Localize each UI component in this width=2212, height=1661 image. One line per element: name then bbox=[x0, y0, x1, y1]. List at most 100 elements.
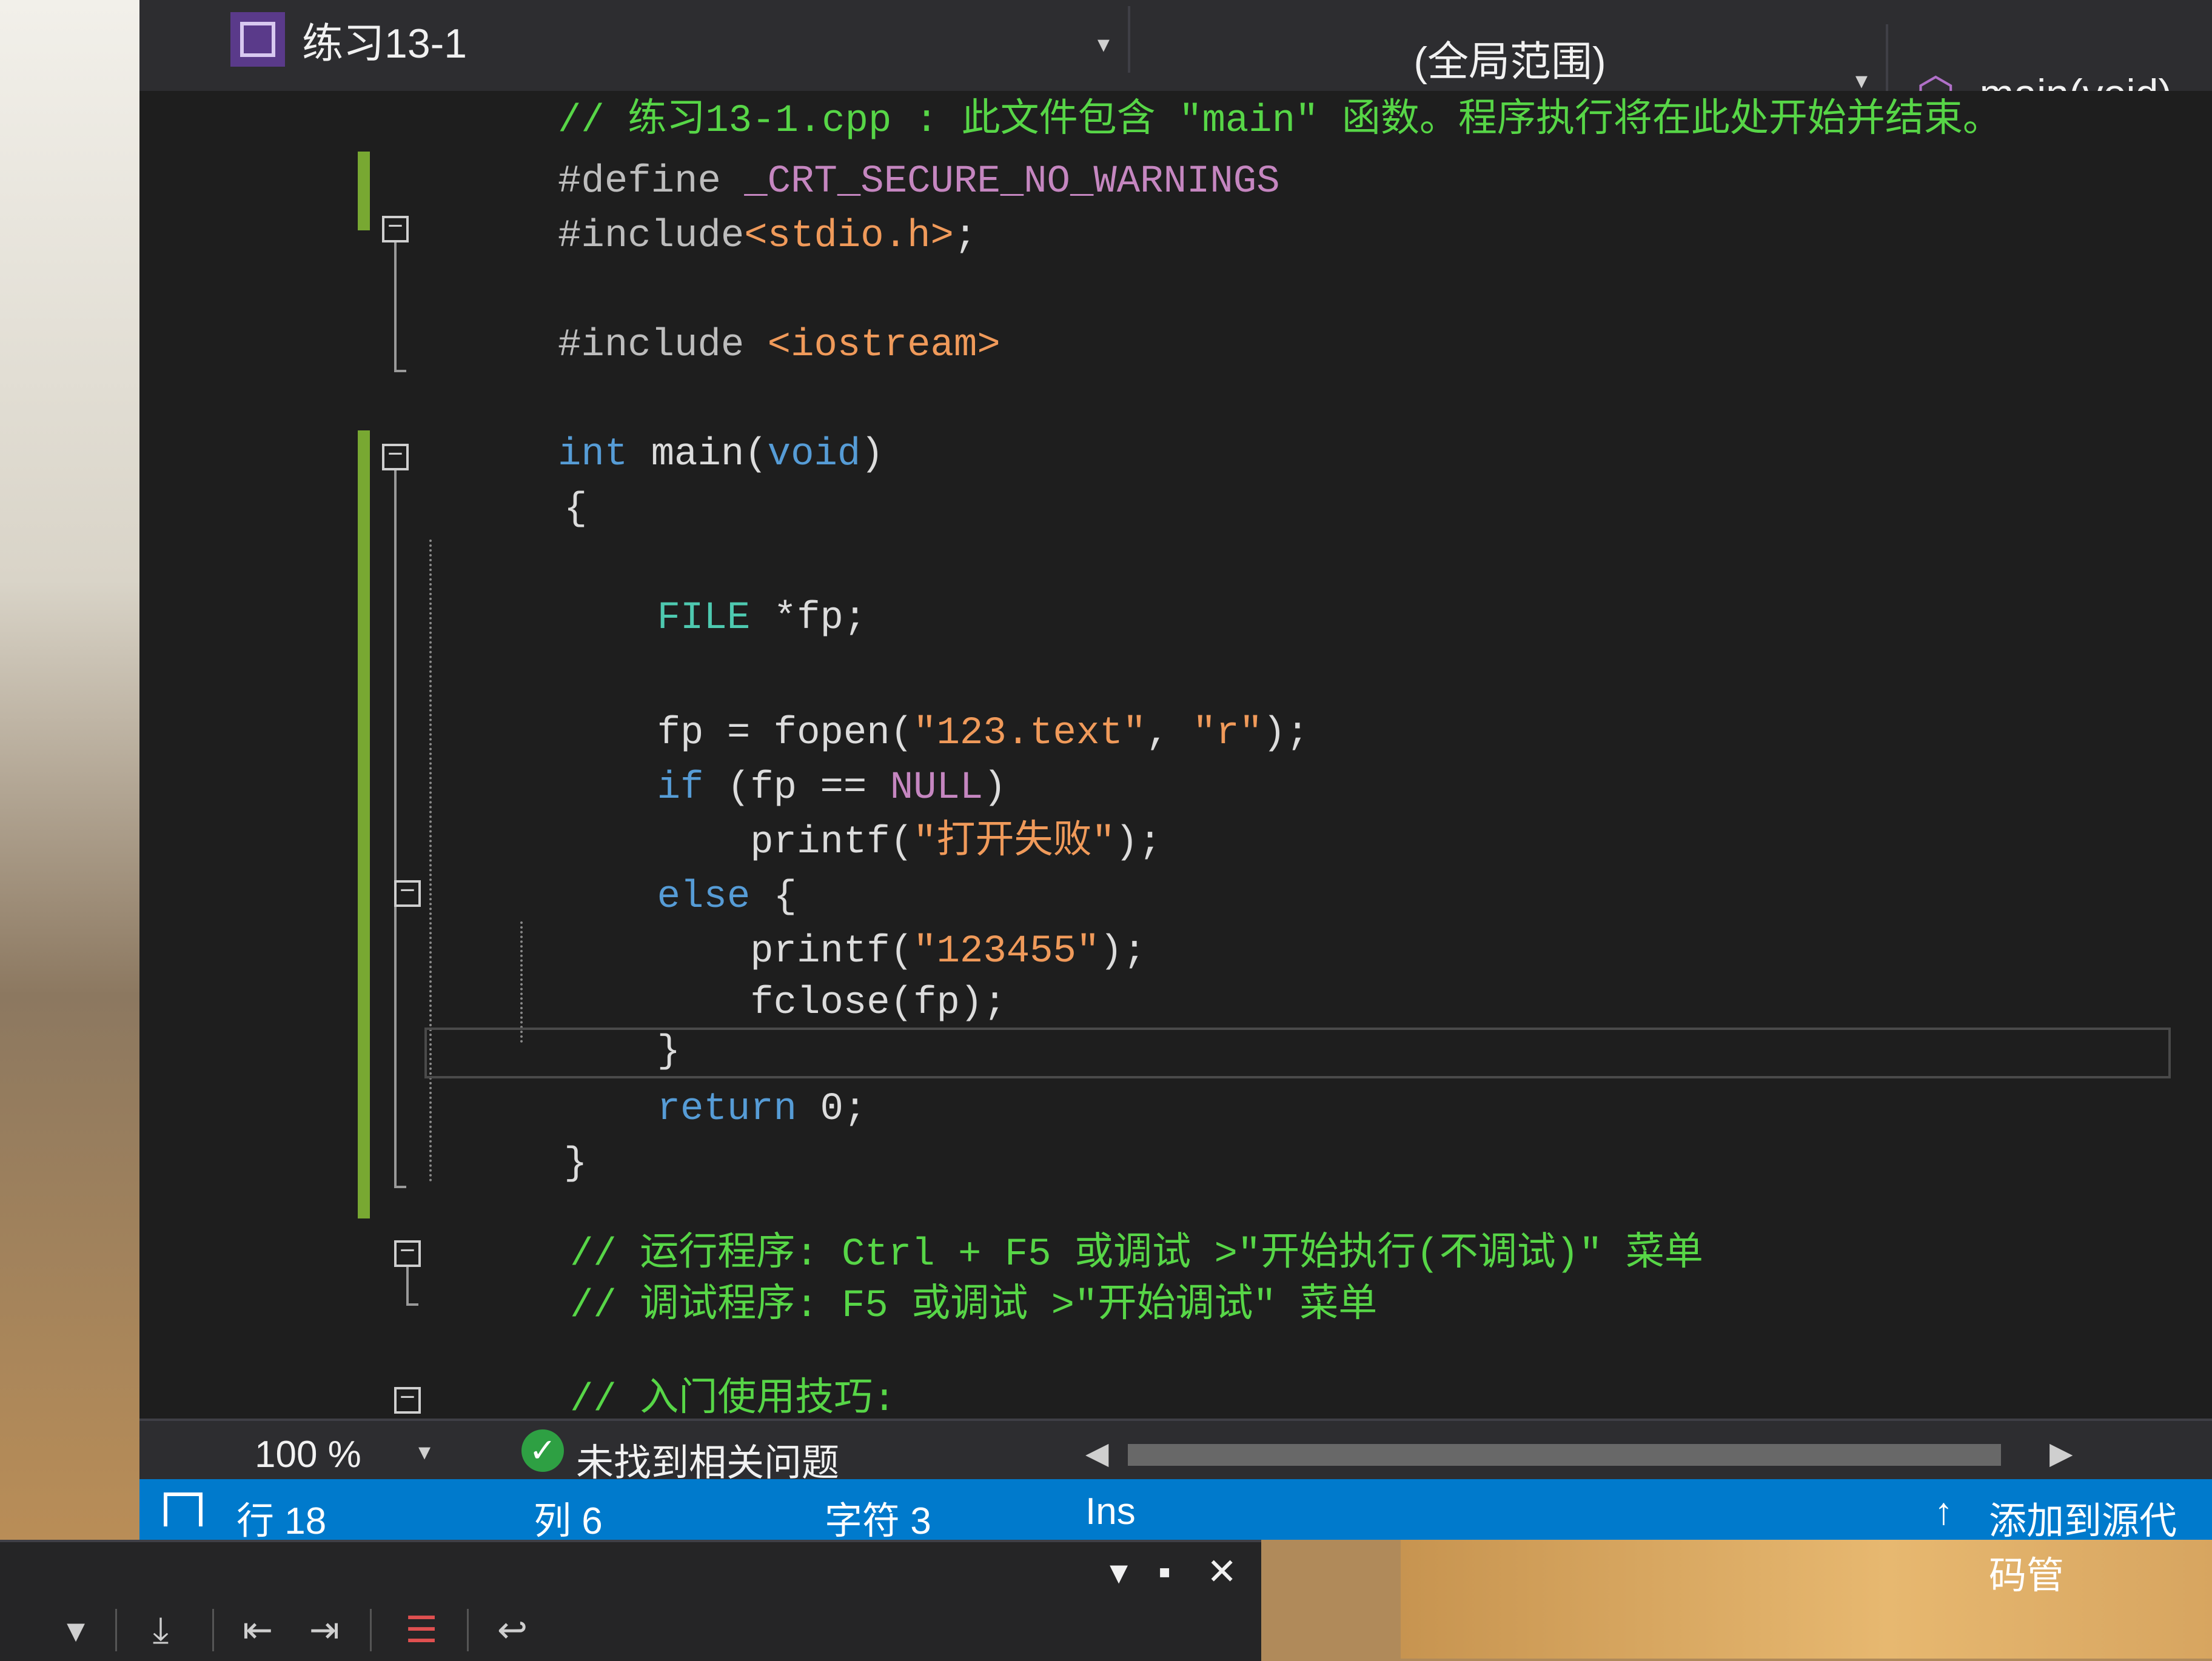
code-token: ); bbox=[1099, 930, 1147, 974]
status-column[interactable]: 列 6 bbox=[534, 1490, 603, 1545]
code-token: // 调试程序: F5 或调试 >"开始调试" 菜单 bbox=[570, 1285, 1378, 1328]
code-area[interactable]: // 练习13-1.cpp : 此文件包含 "main" 函数。程序执行将在此处… bbox=[418, 91, 2177, 1422]
toolbar-dropdown-icon[interactable]: ▾ bbox=[55, 1609, 97, 1651]
code-token: else bbox=[564, 875, 751, 919]
status-insert-mode[interactable]: Ins bbox=[1085, 1490, 1136, 1533]
file-dropdown[interactable]: 练习13-1 ▾ bbox=[230, 6, 1130, 73]
scope-dropdown[interactable]: (全局范围) ▾ bbox=[1134, 24, 1888, 94]
code-token: main( bbox=[628, 433, 768, 476]
code-line: // 运行程序: Ctrl + F5 或调试 >"开始执行(不调试)" 菜单 bbox=[570, 1231, 1703, 1279]
lower-tool-window: ▾ ▪ ✕ ▾ ⤓ ⇤ ⇥ ☰ ↩ bbox=[0, 1540, 1261, 1661]
code-token: fp = fopen( bbox=[564, 712, 914, 755]
fold-end bbox=[394, 1186, 406, 1188]
status-line[interactable]: 行 18 bbox=[236, 1490, 326, 1545]
code-token: fclose(fp); bbox=[564, 981, 1007, 1025]
code-line: #include<stdio.h>; bbox=[558, 212, 977, 261]
issues-status[interactable]: 未找到相关问题 bbox=[576, 1432, 839, 1486]
code-line: return 0; bbox=[564, 1085, 867, 1134]
change-indicator bbox=[358, 430, 370, 1218]
code-line: // 调试程序: F5 或调试 >"开始调试" 菜单 bbox=[570, 1282, 1377, 1331]
scroll-left-icon[interactable]: ◀ bbox=[1085, 1435, 1108, 1471]
code-token: if bbox=[564, 766, 704, 810]
next-message-icon[interactable]: ⇥ bbox=[303, 1609, 346, 1651]
word-wrap-icon[interactable]: ↩ bbox=[491, 1609, 534, 1651]
previous-message-icon[interactable]: ⇤ bbox=[236, 1609, 279, 1651]
code-token: ) bbox=[860, 433, 884, 476]
fold-toggle[interactable]: − bbox=[394, 1239, 421, 1267]
change-indicator bbox=[358, 152, 370, 230]
code-token: return bbox=[564, 1088, 797, 1131]
toolbar-separator bbox=[370, 1609, 372, 1651]
code-token: #include bbox=[558, 215, 745, 258]
scroll-right-icon[interactable]: ▶ bbox=[2049, 1435, 2073, 1471]
window-dropdown-icon[interactable]: ▾ bbox=[1110, 1551, 1128, 1593]
navigation-bar: 练习13-1 ▾ (全局范围) ▾ ⬡ main(void) bbox=[139, 0, 2212, 119]
toolbar-separator bbox=[467, 1609, 469, 1651]
fold-toggle[interactable]: − bbox=[394, 1386, 421, 1414]
code-line: fclose(fp); bbox=[564, 979, 1007, 1028]
code-line: fp = fopen("123.text", "r"); bbox=[564, 709, 1309, 758]
file-dropdown-label: 练习13-1 bbox=[302, 20, 468, 67]
code-token: "r" bbox=[1192, 712, 1263, 755]
visual-studio-window: 练习13-1 ▾ (全局范围) ▾ ⬡ main(void) − − − − − bbox=[139, 0, 2212, 1597]
fold-line bbox=[394, 242, 397, 370]
code-token: { bbox=[750, 875, 797, 919]
fold-line bbox=[394, 470, 397, 1186]
horizontal-scrollbar[interactable] bbox=[1128, 1444, 2001, 1466]
code-editor[interactable]: − − − − − // 练习13-1.cpp : 此文件包含 "main" 函… bbox=[139, 91, 2212, 1422]
maximize-icon[interactable]: ▪ bbox=[1158, 1551, 1171, 1592]
code-line: } bbox=[564, 1140, 587, 1188]
code-line: #define _CRT_SECURE_NO_WARNINGS bbox=[558, 158, 1280, 206]
code-line: // 入门使用技巧: bbox=[570, 1376, 896, 1425]
fold-toggle[interactable]: − bbox=[382, 443, 409, 470]
chevron-down-icon: ▾ bbox=[1097, 31, 1110, 58]
code-token: // 入门使用技巧: bbox=[570, 1379, 896, 1422]
toolbar-separator bbox=[212, 1609, 214, 1651]
chevron-down-icon[interactable]: ▾ bbox=[418, 1438, 431, 1466]
code-token: { bbox=[564, 487, 588, 531]
code-line: } bbox=[564, 1028, 680, 1076]
editor-bottom-bar: 100 % ▾ ✓ 未找到相关问题 ◀ ▶ bbox=[139, 1419, 2212, 1484]
output-window-icon bbox=[164, 1492, 203, 1526]
fold-end bbox=[394, 370, 406, 372]
code-token: printf( bbox=[564, 821, 914, 864]
code-token: // 练习13-1.cpp : 此文件包含 "main" 函数。程序执行将在此处… bbox=[558, 99, 2002, 143]
toolbar-separator bbox=[115, 1609, 117, 1651]
code-token: ; bbox=[953, 215, 977, 258]
clear-icon[interactable]: ⤓ bbox=[139, 1609, 182, 1651]
fold-end bbox=[406, 1303, 418, 1306]
code-token: _CRT_SECURE_NO_WARNINGS bbox=[744, 160, 1280, 204]
code-token: ); bbox=[1114, 821, 1162, 864]
code-token: <iostream> bbox=[767, 324, 1000, 367]
scope-dropdown-label: (全局范围) bbox=[1413, 38, 1606, 85]
close-icon[interactable]: ✕ bbox=[1207, 1551, 1237, 1593]
code-line: printf("123455"); bbox=[564, 927, 1146, 976]
code-token: ); bbox=[1262, 712, 1309, 755]
code-line: int main(void) bbox=[558, 430, 884, 479]
add-to-source-control[interactable]: 添加到源代码管 bbox=[1989, 1490, 2212, 1599]
clear-all-icon[interactable]: ☰ bbox=[400, 1609, 443, 1651]
status-bar: 行 18 列 6 字符 3 Ins ↑ 添加到源代码管 bbox=[139, 1479, 2212, 1597]
status-char[interactable]: 字符 3 bbox=[825, 1490, 931, 1545]
code-token: "123.text" bbox=[913, 712, 1147, 755]
zoom-level[interactable]: 100 % bbox=[255, 1433, 361, 1476]
code-line: else { bbox=[564, 873, 797, 921]
up-arrow-icon: ↑ bbox=[1934, 1491, 1953, 1532]
code-line: FILE *fp; bbox=[564, 594, 867, 643]
fold-toggle[interactable]: − bbox=[382, 215, 409, 242]
fold-toggle[interactable]: − bbox=[394, 879, 421, 907]
code-token: // 运行程序: Ctrl + F5 或调试 >"开始执行(不调试)" 菜单 bbox=[570, 1233, 1703, 1277]
code-token: } bbox=[564, 1142, 588, 1186]
code-token: printf( bbox=[564, 930, 914, 974]
project-file-icon bbox=[230, 12, 285, 67]
code-token: NULL bbox=[890, 766, 984, 810]
fold-line bbox=[406, 1267, 409, 1303]
code-token: #include bbox=[558, 324, 768, 367]
code-line: { bbox=[564, 485, 587, 533]
code-token: <stdio.h> bbox=[744, 215, 954, 258]
code-token: , bbox=[1146, 712, 1193, 755]
code-token: "123455" bbox=[913, 930, 1100, 974]
photo-background-left bbox=[0, 0, 139, 1659]
code-token: *fp; bbox=[750, 597, 867, 640]
code-token: (fp == bbox=[703, 766, 890, 810]
